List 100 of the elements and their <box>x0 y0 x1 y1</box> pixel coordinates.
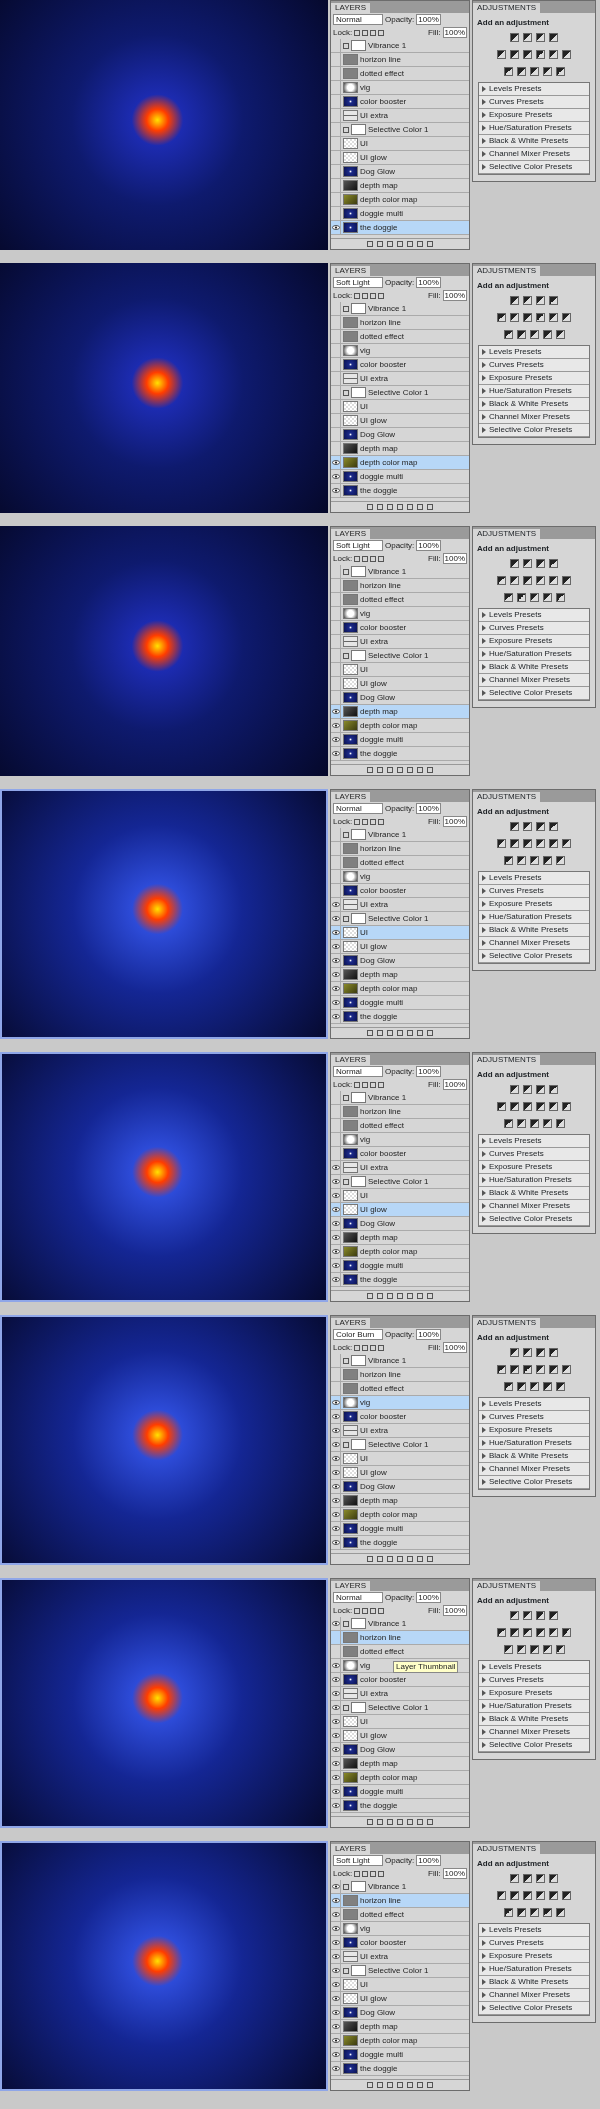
visibility-toggle[interactable] <box>331 1701 341 1714</box>
visibility-toggle[interactable] <box>331 1922 341 1935</box>
layer-row[interactable]: vig <box>331 1396 469 1410</box>
visibility-toggle[interactable] <box>331 898 341 911</box>
layer-row[interactable]: color booster <box>331 1936 469 1950</box>
panel-tab[interactable]: LAYERS <box>331 1055 370 1065</box>
layer-row[interactable]: UI extra <box>331 1161 469 1175</box>
layer-row[interactable]: UI <box>331 1978 469 1992</box>
layer-row[interactable]: dotted effect <box>331 593 469 607</box>
visibility-toggle[interactable] <box>331 1659 341 1672</box>
layer-row[interactable]: depth map <box>331 179 469 193</box>
visibility-toggle[interactable] <box>331 1273 341 1286</box>
visibility-toggle[interactable] <box>331 1757 341 1770</box>
fill-field[interactable]: 100% <box>442 816 467 827</box>
layer-row[interactable]: horizon line <box>331 1631 469 1645</box>
layer-row[interactable]: vig <box>331 344 469 358</box>
layer-row[interactable]: horizon line <box>331 53 469 67</box>
layer-row[interactable]: doggie multi <box>331 470 469 484</box>
layer-row[interactable]: depth map <box>331 1494 469 1508</box>
layer-row[interactable]: depth color map <box>331 982 469 996</box>
preset-item[interactable]: Exposure Presets <box>479 898 589 911</box>
preset-item[interactable]: Exposure Presets <box>479 1161 589 1174</box>
layer-row[interactable]: depth color map <box>331 719 469 733</box>
preset-item[interactable]: Exposure Presets <box>479 1687 589 1700</box>
visibility-toggle[interactable] <box>331 954 341 967</box>
layer-row[interactable]: depth color map <box>331 193 469 207</box>
opacity-field[interactable]: 100% <box>416 1855 441 1866</box>
layer-row[interactable]: the doggie <box>331 1273 469 1287</box>
layer-row[interactable]: vig <box>331 1922 469 1936</box>
fill-field[interactable]: 100% <box>442 1342 467 1353</box>
layer-row[interactable]: Vibrance 1 <box>331 1354 469 1368</box>
preset-item[interactable]: Channel Mixer Presets <box>479 674 589 687</box>
layer-row[interactable]: Dog Glow <box>331 1217 469 1231</box>
blend-mode-dropdown[interactable]: Soft Light <box>333 1855 383 1866</box>
preset-item[interactable]: Selective Color Presets <box>479 1476 589 1489</box>
visibility-toggle[interactable] <box>331 1908 341 1921</box>
visibility-toggle[interactable] <box>331 926 341 939</box>
fill-field[interactable]: 100% <box>442 290 467 301</box>
panel-tab[interactable]: LAYERS <box>331 3 370 13</box>
layer-row[interactable]: UI <box>331 1452 469 1466</box>
visibility-toggle[interactable] <box>331 1771 341 1784</box>
preset-item[interactable]: Black & White Presets <box>479 924 589 937</box>
preset-item[interactable]: Black & White Presets <box>479 1976 589 1989</box>
preset-item[interactable]: Levels Presets <box>479 872 589 885</box>
visibility-toggle[interactable] <box>331 1231 341 1244</box>
visibility-toggle[interactable] <box>331 2048 341 2061</box>
preset-item[interactable]: Channel Mixer Presets <box>479 1989 589 2002</box>
preset-item[interactable]: Selective Color Presets <box>479 161 589 174</box>
panel-tab[interactable]: ADJUSTMENTS <box>473 3 541 13</box>
preset-item[interactable]: Levels Presets <box>479 1398 589 1411</box>
layer-row[interactable]: color booster <box>331 1410 469 1424</box>
layer-row[interactable]: UI <box>331 926 469 940</box>
layer-row[interactable]: color booster <box>331 358 469 372</box>
opacity-field[interactable]: 100% <box>416 14 441 25</box>
layer-row[interactable]: Dog Glow <box>331 2006 469 2020</box>
preset-item[interactable]: Curves Presets <box>479 1937 589 1950</box>
preset-item[interactable]: Channel Mixer Presets <box>479 411 589 424</box>
visibility-toggle[interactable] <box>331 1536 341 1549</box>
panel-tab[interactable]: ADJUSTMENTS <box>473 529 541 539</box>
blend-mode-dropdown[interactable]: Normal <box>333 14 383 25</box>
visibility-toggle[interactable] <box>331 1950 341 1963</box>
opacity-field[interactable]: 100% <box>416 277 441 288</box>
preset-item[interactable]: Black & White Presets <box>479 661 589 674</box>
preset-item[interactable]: Selective Color Presets <box>479 424 589 437</box>
visibility-toggle[interactable] <box>331 940 341 953</box>
visibility-toggle[interactable] <box>331 719 341 732</box>
visibility-toggle[interactable] <box>331 2062 341 2075</box>
layer-row[interactable]: UI glow <box>331 677 469 691</box>
layer-row[interactable]: horizon line <box>331 1368 469 1382</box>
layer-row[interactable]: UI glow <box>331 1992 469 2006</box>
preset-item[interactable]: Hue/Saturation Presets <box>479 648 589 661</box>
layer-row[interactable]: depth color map <box>331 456 469 470</box>
opacity-field[interactable]: 100% <box>416 1329 441 1340</box>
layer-row[interactable]: UI extra <box>331 1687 469 1701</box>
opacity-field[interactable]: 100% <box>416 1066 441 1077</box>
visibility-toggle[interactable] <box>331 982 341 995</box>
visibility-toggle[interactable] <box>331 1799 341 1812</box>
layer-row[interactable]: Selective Color 1 <box>331 1701 469 1715</box>
layer-row[interactable]: depth map <box>331 705 469 719</box>
layer-row[interactable]: UI extra <box>331 372 469 386</box>
layer-row[interactable]: color booster <box>331 1147 469 1161</box>
layer-row[interactable]: depth map <box>331 2020 469 2034</box>
layer-row[interactable]: the doggie <box>331 1010 469 1024</box>
layer-row[interactable]: depth color map <box>331 1245 469 1259</box>
visibility-toggle[interactable] <box>331 484 341 497</box>
visibility-toggle[interactable] <box>331 1673 341 1686</box>
preset-item[interactable]: Curves Presets <box>479 96 589 109</box>
visibility-toggle[interactable] <box>331 968 341 981</box>
preset-item[interactable]: Curves Presets <box>479 1148 589 1161</box>
visibility-toggle[interactable] <box>331 1438 341 1451</box>
preset-item[interactable]: Levels Presets <box>479 1661 589 1674</box>
layer-row[interactable]: UI extra <box>331 1950 469 1964</box>
visibility-toggle[interactable] <box>331 1785 341 1798</box>
layer-row[interactable]: doggie multi <box>331 996 469 1010</box>
opacity-field[interactable]: 100% <box>416 803 441 814</box>
visibility-toggle[interactable] <box>331 1245 341 1258</box>
preset-item[interactable]: Selective Color Presets <box>479 1739 589 1752</box>
layer-row[interactable]: depth color map <box>331 1508 469 1522</box>
visibility-toggle[interactable] <box>331 1880 341 1893</box>
visibility-toggle[interactable] <box>331 1508 341 1521</box>
